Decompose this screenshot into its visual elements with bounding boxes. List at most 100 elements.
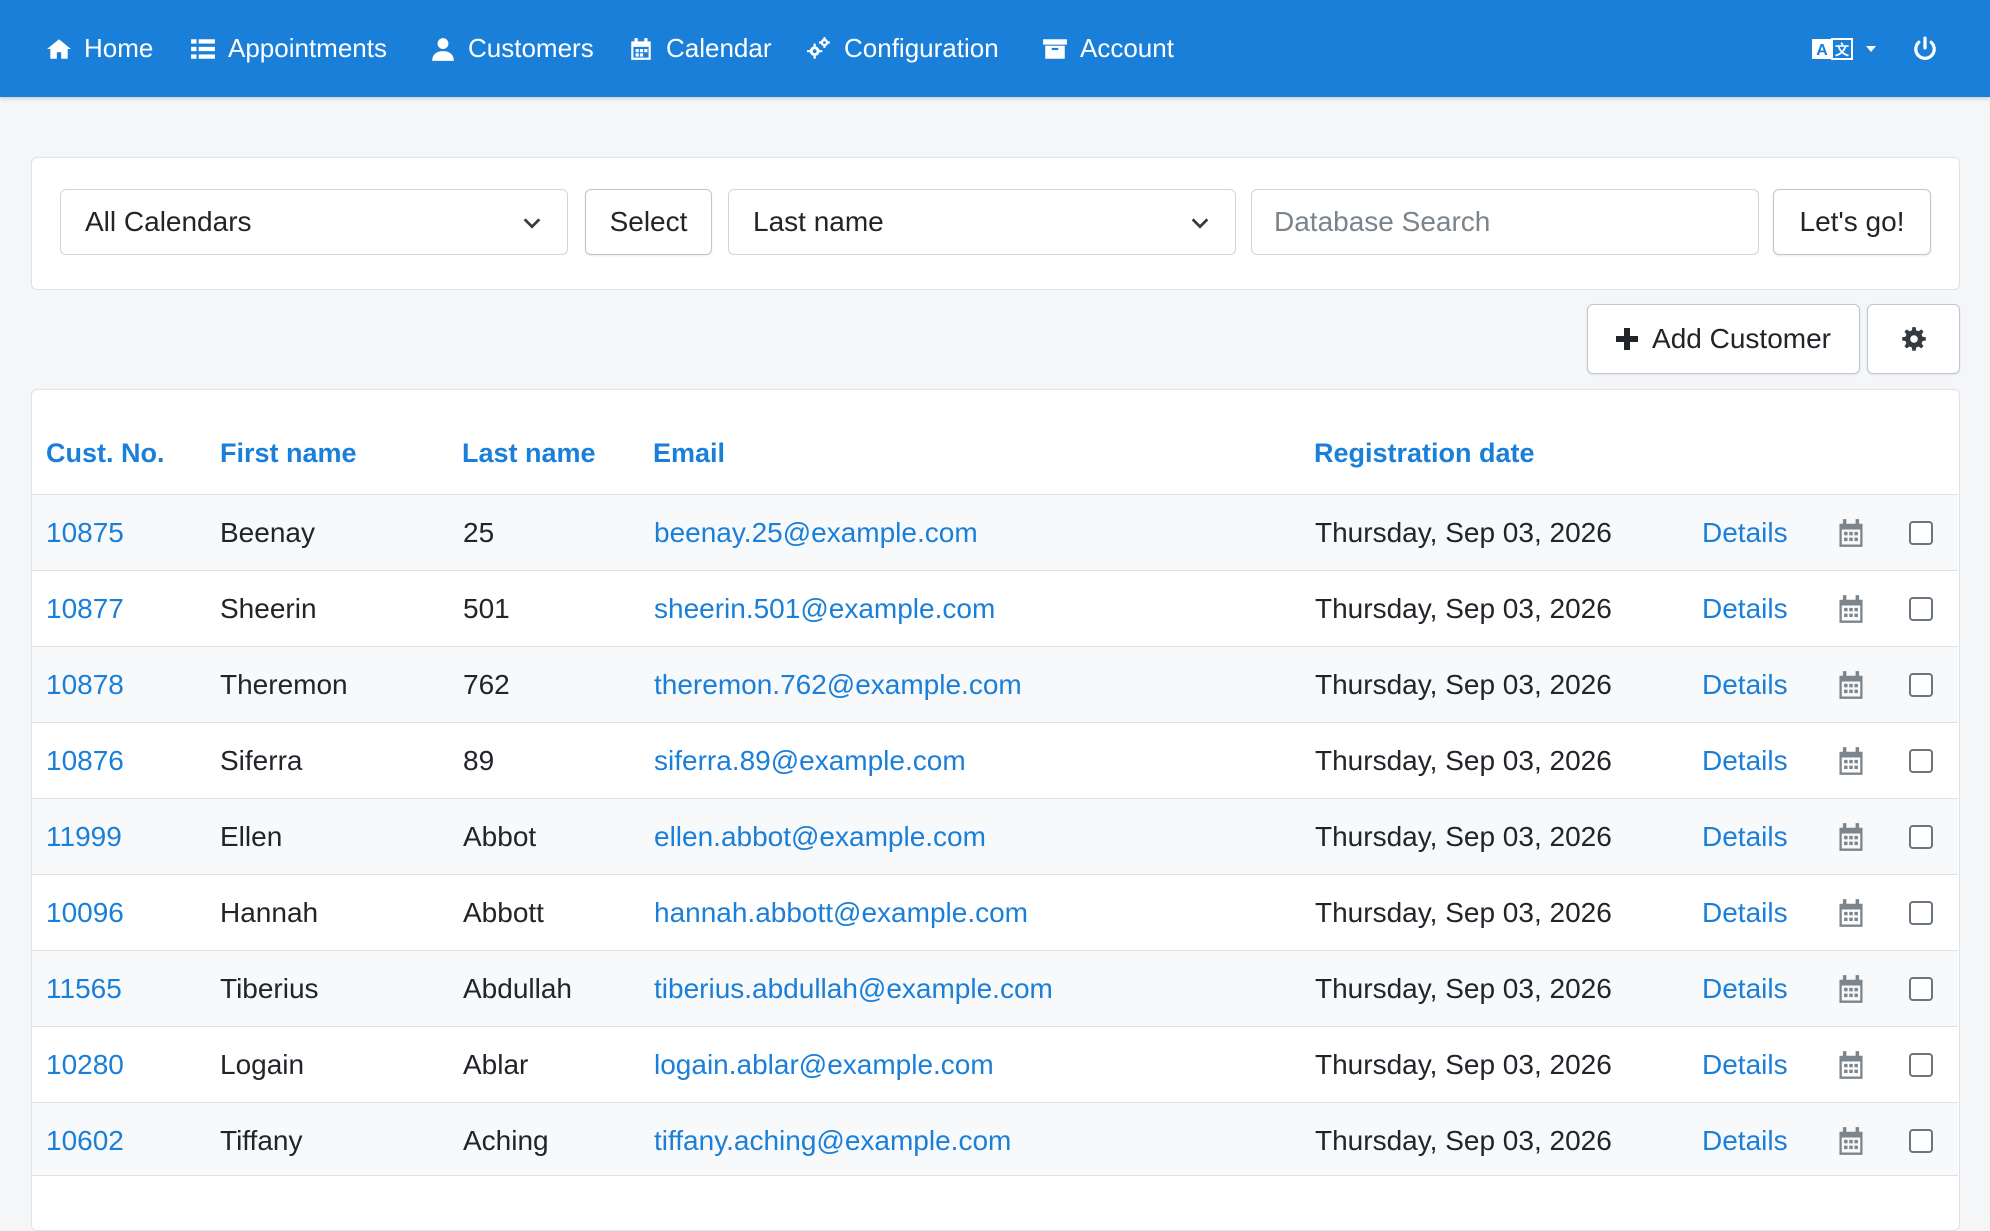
calendar-select[interactable]: All Calendars	[60, 189, 568, 255]
row-checkbox[interactable]	[1909, 597, 1933, 621]
caret-down-icon	[1866, 45, 1876, 52]
row-calendar-button[interactable]	[1837, 723, 1865, 799]
first-name-cell: Beenay	[220, 517, 315, 548]
settings-button[interactable]	[1867, 304, 1960, 374]
calendar-icon[interactable]	[1837, 746, 1865, 776]
details-link[interactable]: Details	[1702, 1027, 1788, 1103]
cust-no-link[interactable]: 10280	[46, 1027, 124, 1103]
calendar-icon[interactable]	[1837, 822, 1865, 852]
logout-button[interactable]	[1912, 0, 1938, 97]
calendar-icon[interactable]	[1837, 670, 1865, 700]
row-calendar-button[interactable]	[1837, 875, 1865, 951]
row-checkbox[interactable]	[1909, 901, 1933, 925]
email-link[interactable]: sheerin.501@example.com	[654, 571, 995, 647]
row-calendar-button[interactable]	[1837, 571, 1865, 647]
row-checkbox[interactable]	[1909, 749, 1933, 773]
header-cust-no[interactable]: Cust. No.	[46, 438, 165, 469]
first-name-cell: Theremon	[220, 669, 348, 700]
cust-no-link[interactable]: 10602	[46, 1103, 124, 1179]
email-link[interactable]: logain.ablar@example.com	[654, 1027, 994, 1103]
field-select[interactable]: Last name	[728, 189, 1236, 255]
select-button[interactable]: Select	[585, 189, 712, 255]
cust-no-link[interactable]: 10877	[46, 571, 124, 647]
chevron-down-icon	[1191, 218, 1209, 229]
cust-no-link[interactable]: 10096	[46, 875, 124, 951]
language-dropdown[interactable]: A 文	[1812, 0, 1878, 97]
row-calendar-button[interactable]	[1837, 647, 1865, 723]
email-link[interactable]: hannah.abbott@example.com	[654, 875, 1028, 951]
details-link[interactable]: Details	[1702, 875, 1788, 951]
calendar-icon[interactable]	[1837, 974, 1865, 1004]
gear-icon	[1901, 327, 1926, 351]
row-calendar-button[interactable]	[1837, 799, 1865, 875]
email-link[interactable]: beenay.25@example.com	[654, 495, 978, 571]
last-name-cell: Aching	[463, 1125, 549, 1156]
last-name-cell: Abdullah	[463, 973, 572, 1004]
row-select-cell	[1909, 1027, 1933, 1103]
table-row: 10878 Theremon 762 theremon.762@example.com…	[32, 646, 1958, 722]
last-name-cell: 89	[463, 745, 495, 776]
details-link[interactable]: Details	[1702, 495, 1788, 571]
lets-go-button[interactable]: Let's go!	[1773, 189, 1931, 255]
cust-no-link[interactable]: 11999	[46, 799, 122, 875]
calendar-icon[interactable]	[1837, 1126, 1865, 1156]
nav-customers-label: Customers	[468, 33, 594, 63]
email-link[interactable]: theremon.762@example.com	[654, 647, 1022, 723]
nav-customers[interactable]: Customers	[430, 0, 594, 97]
details-link[interactable]: Details	[1702, 951, 1788, 1027]
header-last-name[interactable]: Last name	[462, 438, 596, 469]
nav-appointments[interactable]: Appointments	[190, 0, 387, 97]
row-checkbox[interactable]	[1909, 1129, 1933, 1153]
row-select-cell	[1909, 495, 1933, 571]
details-link[interactable]: Details	[1702, 647, 1788, 723]
first-name-cell: Logain	[220, 1049, 305, 1080]
row-checkbox[interactable]	[1909, 521, 1933, 545]
nav-account[interactable]: Account	[1042, 0, 1174, 97]
calendar-icon[interactable]	[1837, 898, 1865, 928]
row-checkbox[interactable]	[1909, 673, 1933, 697]
registration-date-cell: Thursday, Sep 03, 2026	[1315, 1125, 1612, 1156]
details-link[interactable]: Details	[1702, 723, 1788, 799]
details-link[interactable]: Details	[1702, 799, 1788, 875]
details-link[interactable]: Details	[1702, 1103, 1788, 1179]
row-calendar-button[interactable]	[1837, 951, 1865, 1027]
chevron-down-icon	[523, 218, 541, 229]
cust-no-link[interactable]: 10878	[46, 647, 124, 723]
nav-appointments-label: Appointments	[228, 33, 387, 63]
cust-no-link[interactable]: 10876	[46, 723, 124, 799]
nav-configuration[interactable]: Configuration	[806, 0, 999, 97]
header-first-name[interactable]: First name	[220, 438, 357, 469]
cust-no-link[interactable]: 11565	[46, 951, 122, 1027]
calendar-icon[interactable]	[1837, 1050, 1865, 1080]
row-calendar-button[interactable]	[1837, 1103, 1865, 1179]
email-link[interactable]: tiberius.abdullah@example.com	[654, 951, 1053, 1027]
details-link[interactable]: Details	[1702, 571, 1788, 647]
calendar-icon[interactable]	[1837, 518, 1865, 548]
database-search-input[interactable]	[1251, 189, 1759, 255]
nav-calendar[interactable]: Calendar	[628, 0, 772, 97]
row-checkbox[interactable]	[1909, 977, 1933, 1001]
cust-no-link[interactable]: 10875	[46, 495, 124, 571]
first-name-cell: Ellen	[220, 821, 283, 852]
row-checkbox[interactable]	[1909, 825, 1933, 849]
email-link[interactable]: tiffany.aching@example.com	[654, 1103, 1011, 1179]
row-calendar-button[interactable]	[1837, 1027, 1865, 1103]
header-registration-date[interactable]: Registration date	[1314, 438, 1535, 469]
list-icon	[191, 38, 215, 59]
last-name-cell: 25	[463, 517, 495, 548]
email-link[interactable]: siferra.89@example.com	[654, 723, 966, 799]
email-link[interactable]: ellen.abbot@example.com	[654, 799, 986, 875]
last-name-cell: Abbott	[463, 897, 544, 928]
row-select-cell	[1909, 1103, 1933, 1179]
first-name-cell: Hannah	[220, 897, 319, 928]
add-customer-button[interactable]: Add Customer	[1587, 304, 1860, 374]
row-calendar-button[interactable]	[1837, 495, 1865, 571]
registration-date-cell: Thursday, Sep 03, 2026	[1315, 517, 1612, 548]
calendar-icon[interactable]	[1837, 594, 1865, 624]
header-email[interactable]: Email	[653, 438, 725, 469]
nav-home[interactable]: Home	[46, 0, 153, 97]
registration-date-cell: Thursday, Sep 03, 2026	[1315, 897, 1612, 928]
row-checkbox[interactable]	[1909, 1053, 1933, 1077]
top-navbar: Home Appointments Customers Calendar Con…	[0, 0, 1990, 97]
svg-text:A: A	[1816, 42, 1828, 59]
